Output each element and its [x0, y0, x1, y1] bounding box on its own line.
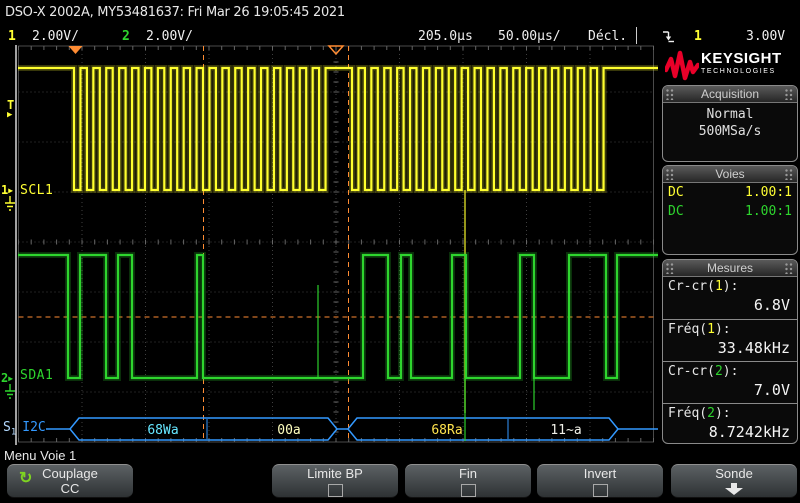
measure-label: Fréq(1):: [668, 321, 792, 338]
softkey-sonde[interactable]: Sonde: [671, 464, 797, 498]
measure-label: Cr-cr(2):: [668, 363, 792, 380]
checkbox: [593, 484, 608, 497]
keysight-logo-text: KEYSIGHT TECHNOLOGIES: [701, 51, 782, 76]
channels-header: Voies: [663, 166, 797, 183]
bus-frame-label: 68Wa: [147, 423, 178, 438]
keysight-logo: KEYSIGHT TECHNOLOGIES: [663, 46, 798, 85]
checkbox: [461, 484, 476, 497]
measure-value: 8.7242kHz: [668, 422, 792, 442]
acquisition-header: Acquisition: [663, 86, 797, 103]
ch1-coupling: DC: [668, 184, 684, 201]
sidebar: KEYSIGHT TECHNOLOGIES Acquisition Normal…: [661, 45, 800, 448]
checkbox: [328, 484, 343, 497]
ch1-coupling-row: DC 1.00:1: [663, 183, 797, 202]
keysight-spark-icon: [665, 50, 699, 82]
ch1-ground-marker: 1▶: [1, 183, 13, 197]
measure-row: Fréq(1): 33.48kHz: [663, 319, 797, 361]
oscilloscope-screen: DSO-X 2002A, MY53481637: Fri Mar 26 19:0…: [0, 0, 800, 503]
measurements-panel: Mesures Cr-cr(1): 6.8V Fréq(1): 33.48kHz…: [662, 259, 798, 444]
ch2-coupling: DC: [668, 203, 684, 220]
channels-panel: Voies DC 1.00:1 DC 1.00:1: [662, 165, 798, 255]
ch2-scale-readout: 2.00V/: [146, 29, 193, 44]
drag-grip[interactable]: [785, 89, 794, 100]
measure-label: Fréq(2):: [668, 405, 792, 422]
ch2-number: 2: [122, 29, 130, 44]
sample-rate: 500MSa/s: [663, 123, 797, 140]
trigger-source: 1: [694, 29, 702, 44]
ch2-coupling-row: DC 1.00:1: [663, 202, 797, 221]
status-bar: 1 2.00V/ 2 2.00V/ 205.0µs 50.00µs/ Décl.…: [0, 27, 800, 45]
softkey-limite-bp[interactable]: Limite BP: [272, 464, 398, 498]
ch2-wave-label: SDA1: [20, 368, 53, 383]
softkey-fin[interactable]: Fin: [405, 464, 531, 498]
trigger-time-marker: [69, 46, 83, 54]
measure-row: Cr-cr(1): 6.8V: [663, 277, 797, 319]
ch1-ground-icon: [4, 196, 16, 213]
waveform-canvas: 68Wa 00a 68Ra 11~a: [0, 45, 660, 445]
falling-edge-trigger-icon: [662, 29, 675, 44]
measure-row: Cr-cr(2): 7.0V: [663, 361, 797, 403]
ch1-probe-ratio: 1.00:1: [745, 184, 792, 201]
drag-grip[interactable]: [666, 169, 675, 180]
trigger-level-arrow-icon: ▶: [7, 110, 12, 120]
ch1-number: 1: [8, 29, 16, 44]
drag-grip[interactable]: [785, 169, 794, 180]
acquisition-mode: Normal: [663, 106, 797, 123]
delay-readout: 205.0µs: [418, 29, 473, 44]
bus-frame-label: 68Ra: [431, 423, 462, 438]
drag-grip[interactable]: [666, 89, 675, 100]
timebase-readout: 50.00µs/: [498, 29, 561, 44]
measure-value: 33.48kHz: [668, 338, 792, 358]
acquisition-panel: Acquisition Normal 500MSa/s: [662, 85, 798, 162]
scope-display: 68Wa00a68Ra11~a 1▶ SCL1 T ▶ 2▶ SDA1 S1I2…: [0, 45, 660, 445]
ch2-probe-ratio: 1.00:1: [745, 203, 792, 220]
menu-title: Menu Voie 1: [4, 448, 76, 463]
bus-frame-label: 11~a: [550, 423, 581, 438]
bus-frame-label: 00a: [277, 423, 300, 438]
serial-bus-label: S1I2C: [3, 416, 46, 438]
trigger-status: Décl.: [588, 29, 627, 44]
drag-grip[interactable]: [666, 263, 675, 274]
measure-label: Cr-cr(1):: [668, 278, 792, 295]
measure-value: 7.0V: [668, 380, 792, 400]
trigger-level-readout: 3.00V: [746, 29, 785, 44]
cycle-icon: ↻: [19, 471, 32, 487]
softkey-invert[interactable]: Invert: [537, 464, 663, 498]
drag-grip[interactable]: [785, 263, 794, 274]
down-arrow-icon: [722, 483, 746, 496]
ch1-scale-readout: 2.00V/: [32, 29, 79, 44]
softkey-couplage[interactable]: ↻ Couplage CC: [7, 464, 133, 498]
ch2-ground-marker: 2▶: [1, 371, 13, 385]
ch1-wave-label: SCL1: [20, 183, 53, 198]
ch2-ground-icon: [4, 384, 16, 401]
measurements-header: Mesures: [663, 260, 797, 277]
divider: [636, 27, 637, 44]
measure-value: 6.8V: [668, 295, 792, 315]
window-title: DSO-X 2002A, MY53481637: Fri Mar 26 19:0…: [5, 5, 345, 20]
measure-row: Fréq(2): 8.7242kHz: [663, 403, 797, 445]
